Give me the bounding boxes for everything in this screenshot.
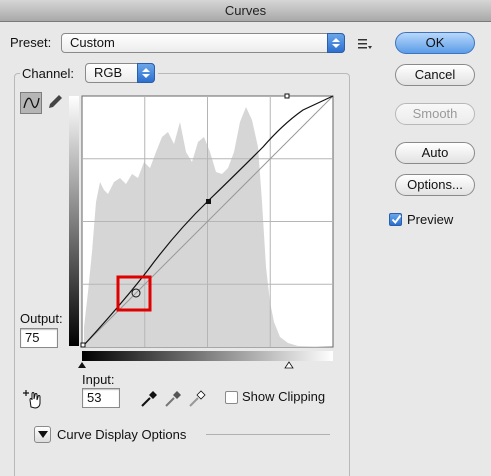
stepper-icon	[137, 63, 155, 83]
auto-button[interactable]: Auto	[395, 142, 475, 164]
preset-value: Custom	[70, 35, 115, 50]
smooth-button[interactable]: Smooth	[395, 103, 475, 125]
control-point-mid[interactable]	[206, 199, 211, 204]
show-clipping-checkbox[interactable]	[225, 391, 238, 404]
preview-checkbox[interactable]	[389, 213, 402, 226]
list-icon[interactable]	[358, 38, 372, 50]
white-point-slider[interactable]	[284, 361, 294, 369]
ok-button[interactable]: OK	[395, 32, 475, 54]
channel-label: Channel:	[22, 66, 75, 81]
window-title: Curves	[0, 0, 491, 22]
curve-tool-button[interactable]	[20, 92, 42, 114]
show-clipping-label: Show Clipping	[242, 389, 326, 404]
input-label: Input:	[82, 372, 115, 387]
pencil-icon	[49, 95, 62, 108]
curves-graph[interactable]	[68, 92, 338, 372]
checkmark-icon	[391, 214, 402, 225]
options-button[interactable]: Options...	[395, 174, 475, 196]
cancel-button[interactable]: Cancel	[395, 64, 475, 86]
stepper-icon	[327, 33, 345, 53]
eyedropper-black-icon[interactable]	[139, 389, 159, 409]
eyedropper-white-icon[interactable]	[187, 389, 207, 409]
hand-adjust-icon[interactable]	[22, 389, 44, 409]
preset-dropdown[interactable]: Custom	[61, 33, 345, 53]
input-gradient-bar	[82, 351, 333, 361]
control-point-white[interactable]	[284, 93, 290, 99]
eyedropper-gray-icon[interactable]	[163, 389, 183, 409]
output-gradient-bar	[69, 96, 79, 346]
control-point-black[interactable]	[80, 342, 86, 348]
divider	[206, 434, 330, 435]
input-field[interactable]: 53	[82, 388, 120, 408]
curve-display-options-label: Curve Display Options	[57, 427, 187, 442]
preset-label: Preset:	[10, 35, 52, 50]
curve-display-options-toggle[interactable]	[34, 426, 51, 443]
output-field[interactable]: 75	[20, 328, 58, 348]
disclosure-icon	[38, 431, 48, 438]
black-point-slider[interactable]	[78, 362, 86, 368]
channel-dropdown[interactable]: RGB	[85, 63, 155, 83]
channel-value: RGB	[94, 65, 123, 80]
curve-tool-icon	[23, 97, 40, 109]
output-label: Output:	[20, 311, 63, 326]
curves-dialog: Preset: Custom OK Cancel Smooth Auto Opt…	[0, 22, 491, 476]
preview-label: Preview	[407, 212, 454, 227]
pencil-tool-button[interactable]	[45, 92, 67, 114]
